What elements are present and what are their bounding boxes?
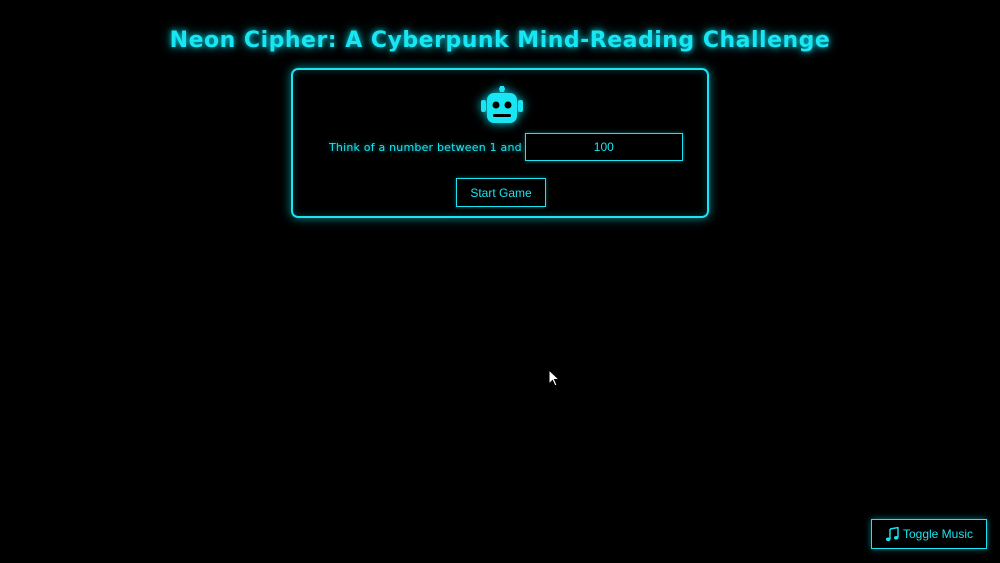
number-prompt-row: Think of a number between 1 and bbox=[329, 133, 683, 161]
page-title: Neon Cipher: A Cyberpunk Mind-Reading Ch… bbox=[169, 28, 831, 53]
game-page: Neon Cipher: A Cyberpunk Mind-Reading Ch… bbox=[0, 0, 1000, 563]
number-prompt-label: Think of a number between 1 and bbox=[329, 140, 522, 154]
music-note-icon bbox=[885, 526, 900, 542]
toggle-music-label: Toggle Music bbox=[902, 527, 974, 541]
start-game-button[interactable]: Start Game bbox=[456, 178, 546, 207]
robot-icon bbox=[479, 86, 525, 126]
game-card: Think of a number between 1 and Start Ga… bbox=[291, 68, 709, 218]
toggle-music-button[interactable]: Toggle Music bbox=[871, 519, 987, 549]
max-number-input[interactable] bbox=[524, 133, 683, 161]
mouse-cursor-icon bbox=[548, 368, 561, 387]
